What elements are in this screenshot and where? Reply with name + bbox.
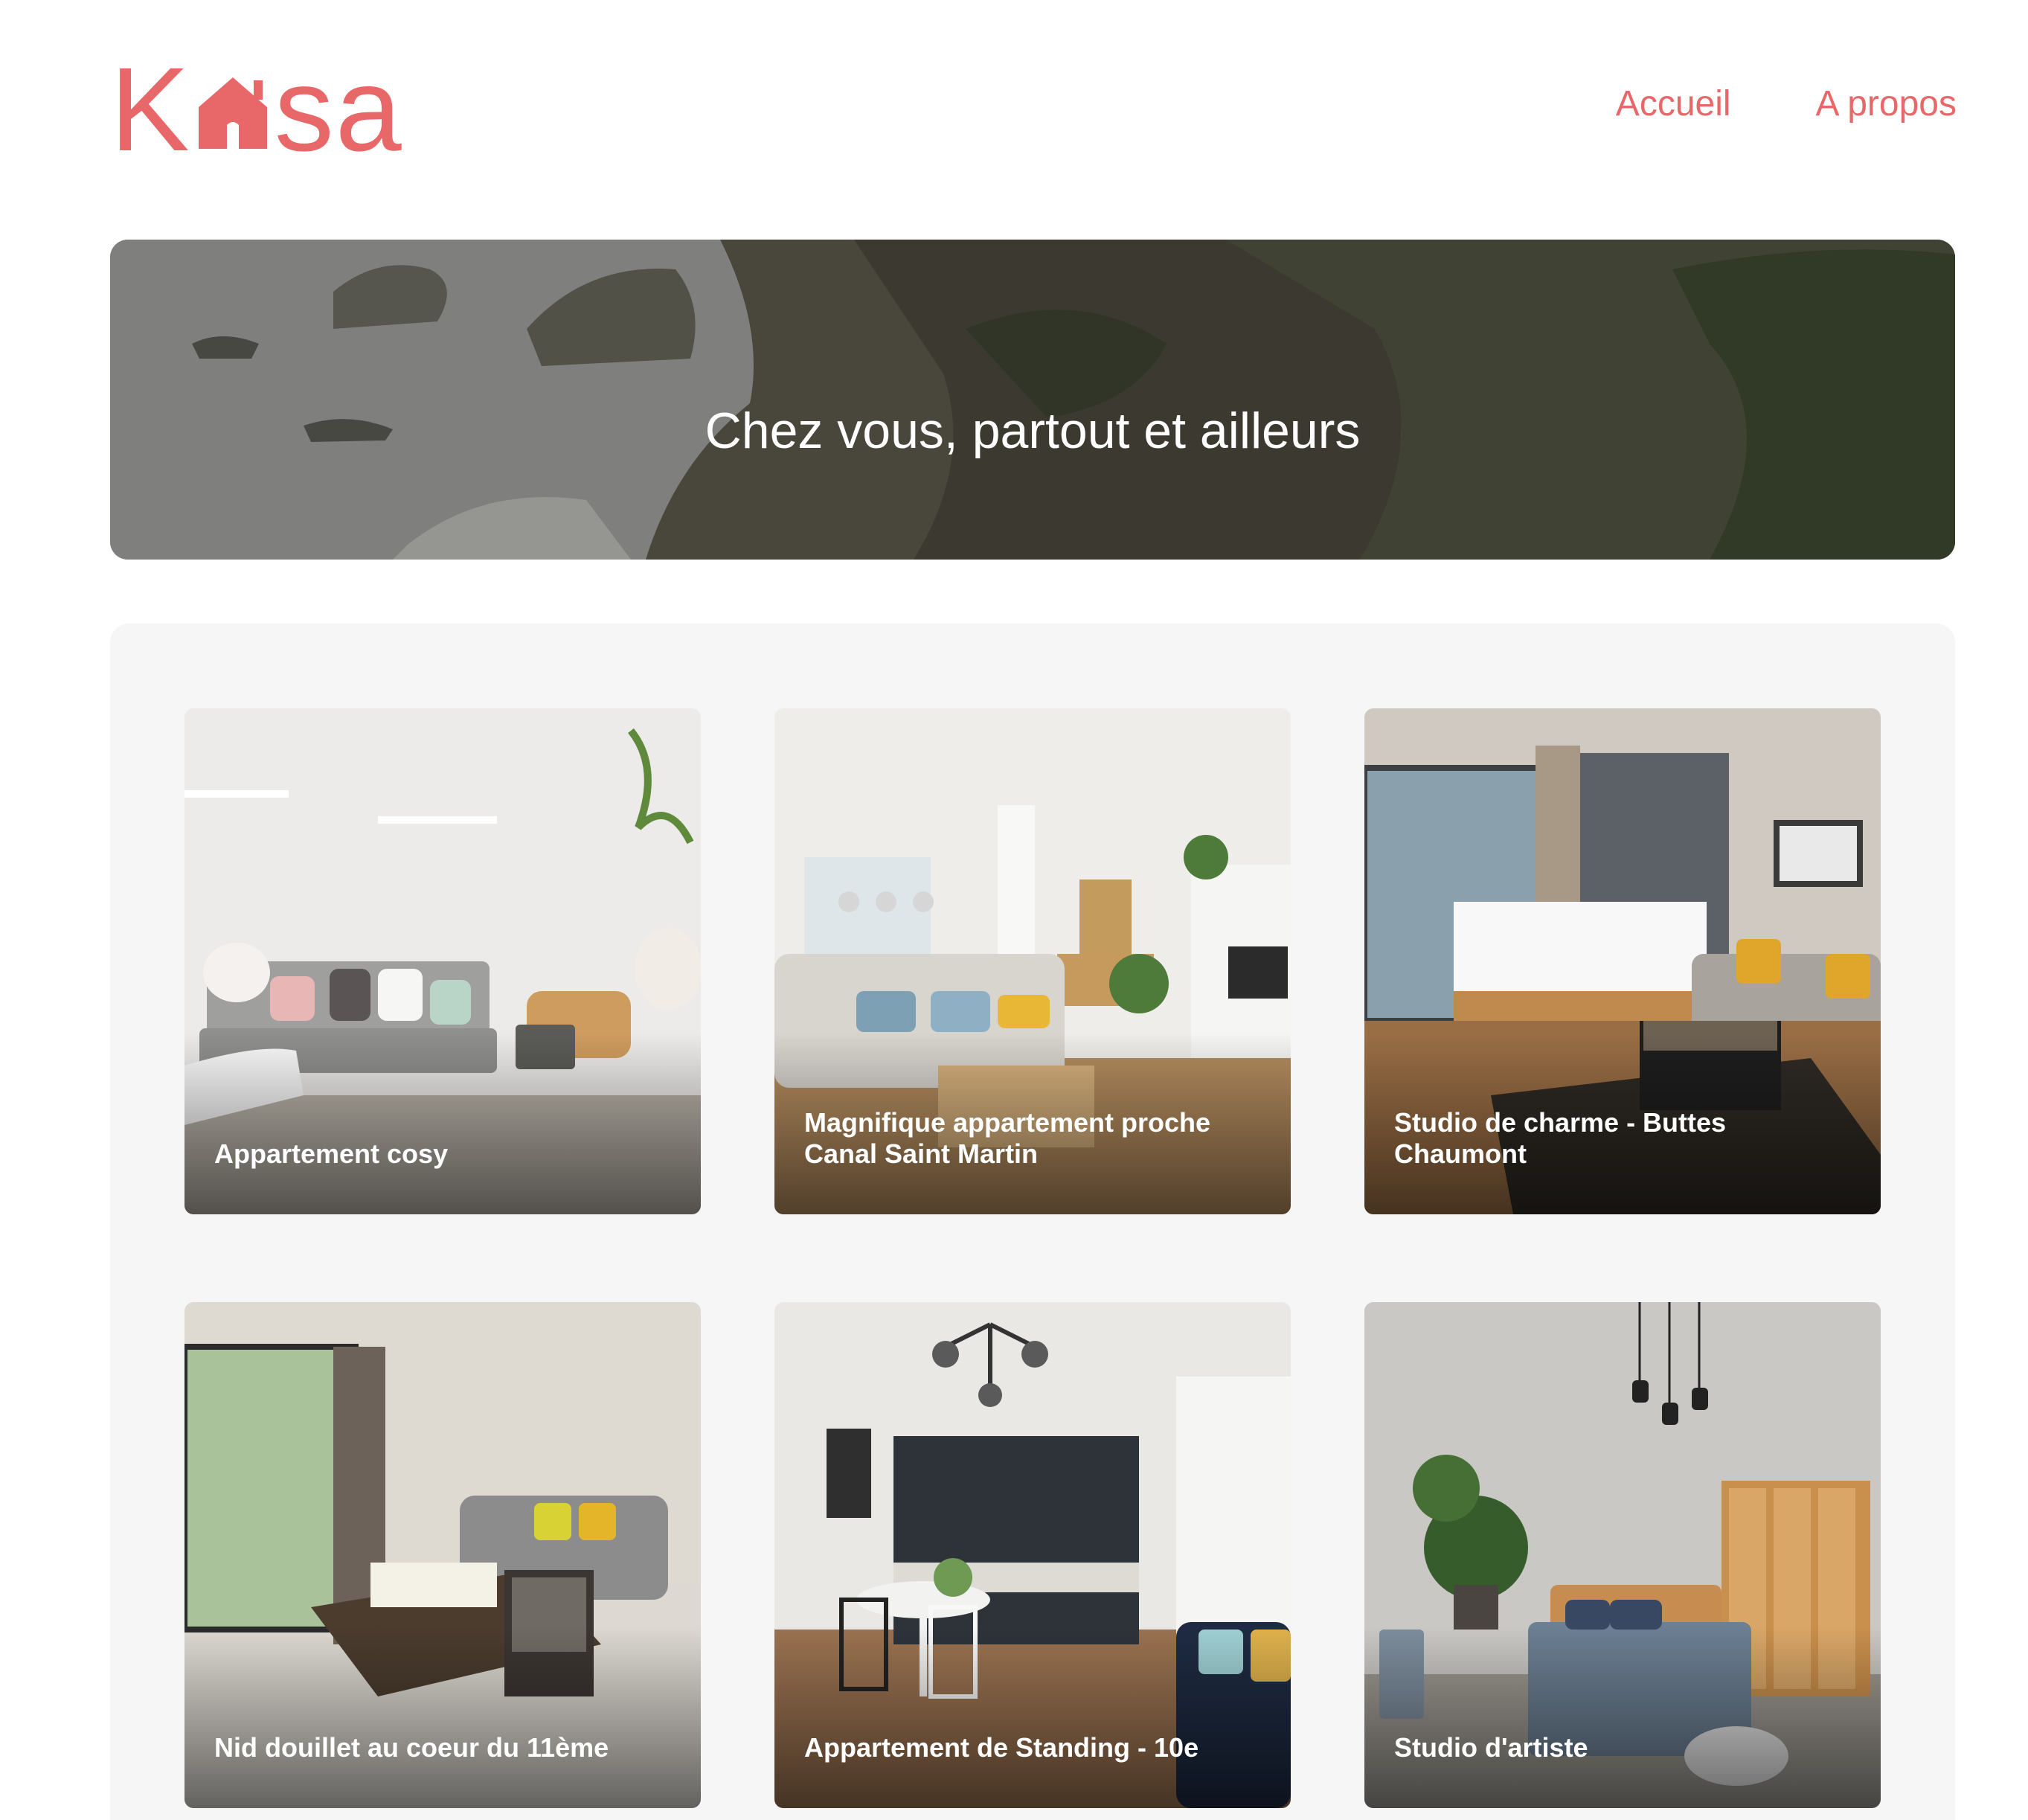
listing-title: Studio de charme - Buttes Chaumont (1394, 1107, 1727, 1170)
site-header: K sa Accueil A propos (110, 50, 1957, 169)
listing-card[interactable]: Studio de charme - Buttes Chaumont (1364, 708, 1881, 1214)
logo-letters-sa: sa (274, 42, 403, 176)
listing-card[interactable]: Studio d'artiste (1364, 1302, 1881, 1808)
hero-banner: Chez vous, partout et ailleurs (110, 240, 1955, 560)
listing-title: Magnifique appartement proche Canal Sain… (804, 1107, 1211, 1170)
listing-title: Appartement de Standing - 10e (804, 1732, 1199, 1763)
listing-title: Studio d'artiste (1394, 1732, 1588, 1763)
listing-card[interactable]: Appartement cosy (184, 708, 701, 1214)
house-icon (198, 77, 267, 149)
main-nav: Accueil A propos (1616, 83, 1957, 124)
listing-card[interactable]: Magnifique appartement proche Canal Sain… (774, 708, 1291, 1214)
listings-gallery: Appartement cosy Magnifique appartement … (110, 624, 1955, 1820)
banner-overlay (110, 240, 1955, 560)
listing-title: Appartement cosy (214, 1138, 449, 1170)
logo-letter-k: K (110, 42, 191, 176)
banner-title: Chez vous, partout et ailleurs (705, 402, 1361, 459)
nav-home-link[interactable]: Accueil (1616, 83, 1731, 124)
listing-card[interactable]: Appartement de Standing - 10e (774, 1302, 1291, 1808)
page: K sa Accueil A propos Chez vous, partout… (0, 0, 2028, 1820)
logo[interactable]: K sa (110, 50, 403, 169)
nav-about-link[interactable]: A propos (1816, 83, 1957, 124)
listing-card[interactable]: Nid douillet au coeur du 11ème (184, 1302, 701, 1808)
listing-title: Nid douillet au coeur du 11ème (214, 1732, 609, 1763)
